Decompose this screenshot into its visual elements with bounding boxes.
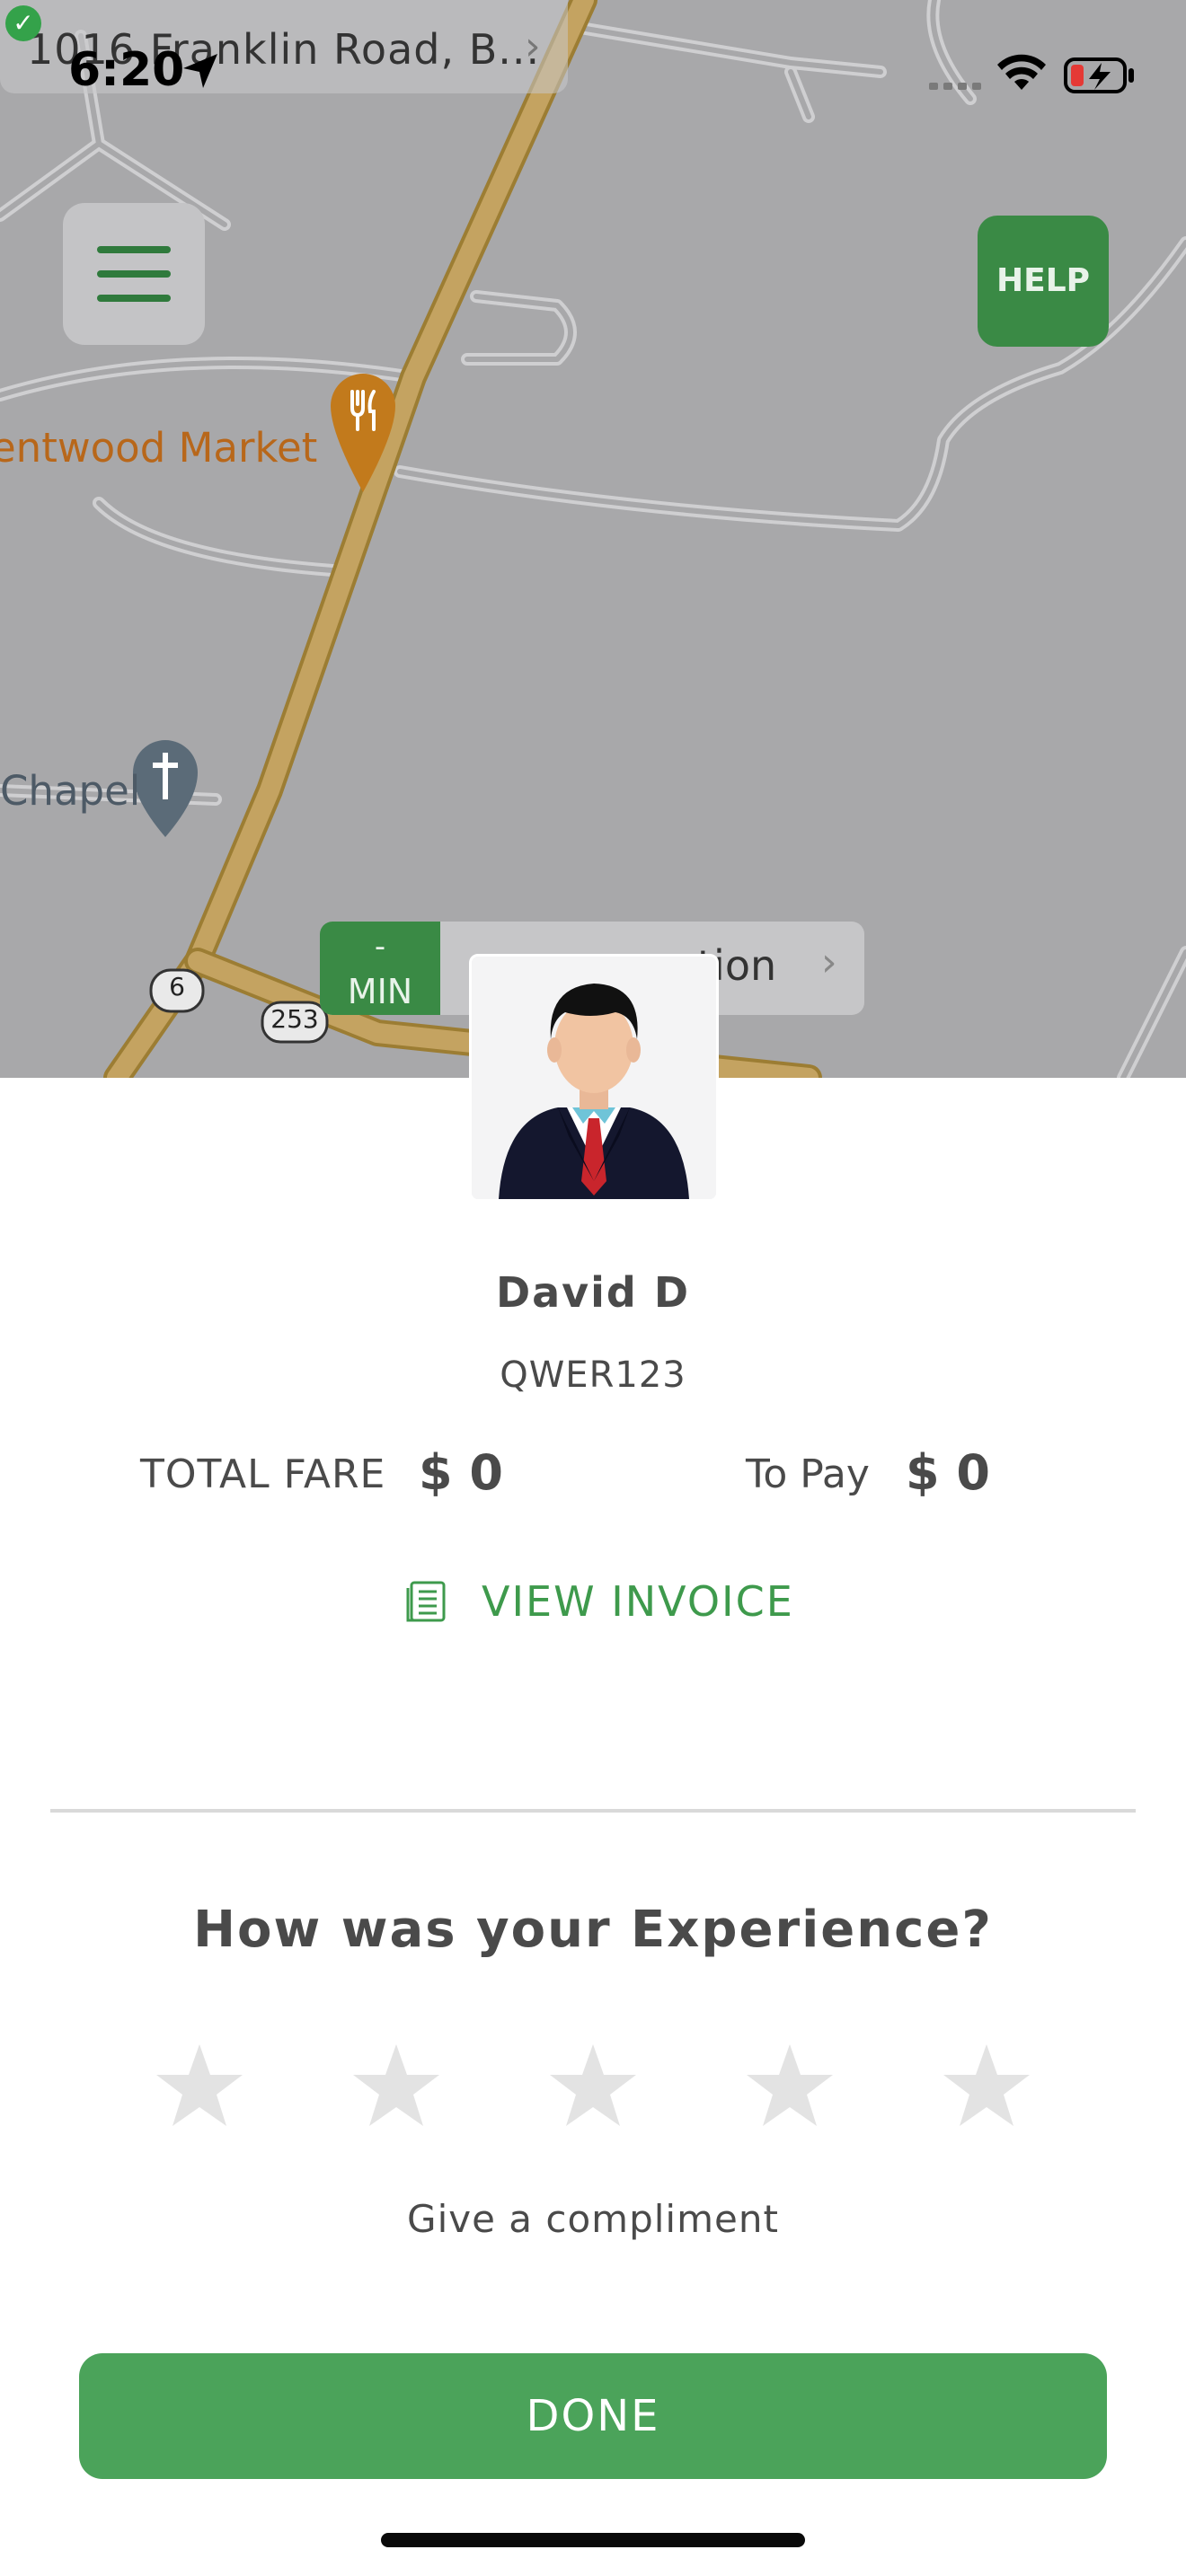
wifi-icon [997,54,1046,90]
star-5-icon[interactable] [942,2041,1031,2130]
driver-avatar-image [472,957,716,1199]
home-indicator [381,2533,805,2547]
hamburger-icon [97,246,171,253]
give-compliment-link[interactable]: Give a compliment [0,2197,1186,2241]
cellular-icon [929,83,981,90]
location-arrow-icon [183,54,217,88]
invoice-icon [406,1581,446,1622]
map-view[interactable]: entwood Market Chapel 6 253 1016 Frankli… [0,0,1186,1078]
eta-minutes-value: - [374,929,386,965]
chevron-right-icon: › [821,940,837,985]
rating-question: How was your Experience? [193,1901,993,1959]
route-shield-6: 6 [169,972,185,1001]
divider [50,1809,1136,1813]
total-fare-label: TOTAL FARE [140,1451,386,1497]
driver-avatar [469,954,719,1202]
battery-icon [1064,57,1134,93]
star-3-icon[interactable] [548,2041,638,2130]
driver-name: David D [495,1268,691,1317]
status-icons [929,54,1134,93]
restaurant-icon [350,390,376,431]
map-roads [0,0,1186,1078]
help-button[interactable]: HELP [978,216,1109,347]
map-poi-market: entwood Market [0,424,318,472]
status-time: 6:20 [68,43,185,97]
menu-button[interactable] [63,203,205,345]
eta-minutes-unit: MIN [347,972,413,1011]
route-shield-253: 253 [270,1004,319,1034]
eta-minutes-box: - MIN [320,922,440,1015]
star-2-icon[interactable] [351,2041,441,2130]
vehicle-plate: QWER123 [500,1354,686,1396]
done-button[interactable]: DONE [79,2353,1107,2479]
star-4-icon[interactable] [745,2041,835,2130]
check-icon: ✓ [5,5,41,41]
hamburger-icon-bar [97,295,171,302]
chevron-right-icon: › [525,23,541,69]
map-poi-chapel: Chapel [0,767,141,815]
to-pay-label: To Pay [746,1451,870,1497]
to-pay-value: $ 0 [906,1444,990,1501]
view-invoice-label: VIEW INVOICE [482,1577,794,1626]
view-invoice-button[interactable]: VIEW INVOICE [404,1572,800,1635]
total-fare-value: $ 0 [419,1444,503,1501]
star-1-icon[interactable] [155,2041,244,2130]
hamburger-icon-bar [97,270,171,278]
